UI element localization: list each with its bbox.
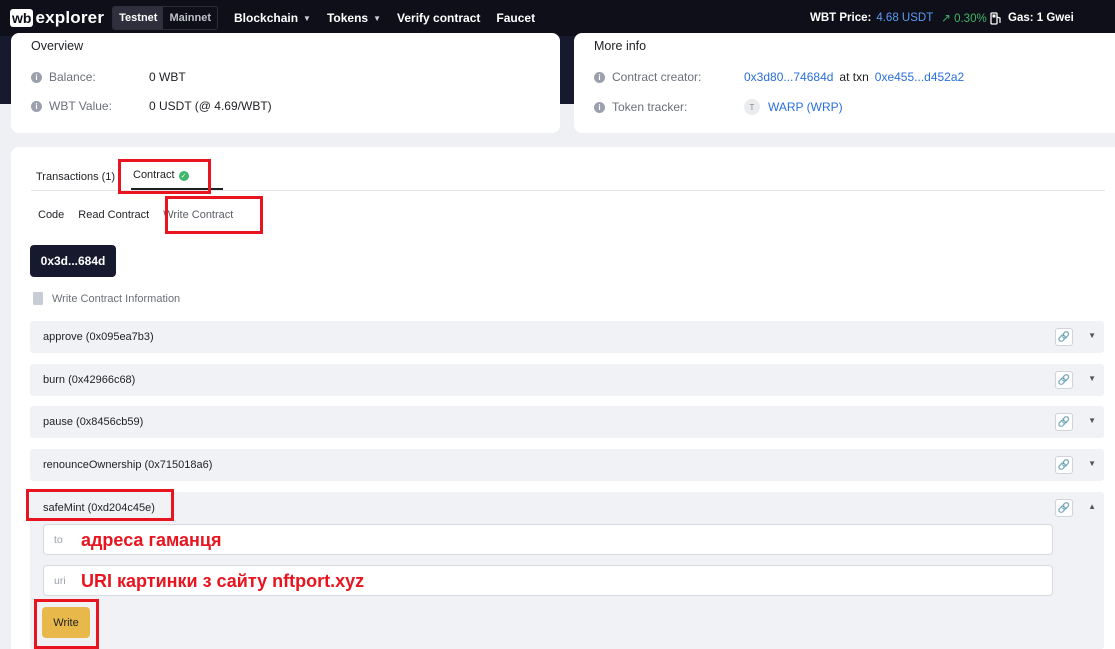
link-icon[interactable]: 🔗 xyxy=(1055,413,1073,431)
token-tracker-row: i Token tracker: T WARP (WRP) xyxy=(594,99,843,115)
balance-value: 0 WBT xyxy=(149,70,186,84)
price-change: ↗ 0.30% xyxy=(941,13,987,25)
network-mainnet[interactable]: Mainnet xyxy=(163,7,217,29)
top-navbar: wb explorer Testnet Mainnet Blockchain ▼ … xyxy=(0,0,1115,36)
to-annotation: адреса гаманця xyxy=(81,530,222,550)
logo-text: explorer xyxy=(35,8,105,27)
price-value: 4.68 USDT xyxy=(876,12,934,24)
nav-blockchain[interactable]: Blockchain ▼ xyxy=(234,11,311,25)
safemint-to-input[interactable]: to адреса гаманця xyxy=(43,524,1053,555)
nav-faucet[interactable]: Faucet xyxy=(496,11,535,25)
logo[interactable]: wb explorer xyxy=(10,8,104,28)
function-pause[interactable]: pause (0x8456cb59) 🔗 ▼ xyxy=(30,406,1104,438)
link-icon[interactable]: 🔗 xyxy=(1055,371,1073,389)
gas-price: Gas: 1 Gwei xyxy=(990,0,1074,36)
chevron-down-icon: ▼ xyxy=(373,13,382,23)
subtab-code[interactable]: Code xyxy=(38,209,64,221)
subtab-write-contract[interactable]: Write Contract xyxy=(163,209,233,221)
document-icon xyxy=(33,292,43,305)
trend-up-icon: ↗ xyxy=(941,13,951,25)
uri-annotation: URI картинки з сайту nftport.xyz xyxy=(81,571,365,591)
info-icon: i xyxy=(594,101,605,113)
verified-check-icon: ✓ xyxy=(178,171,189,181)
token-tracker-link[interactable]: WARP (WRP) xyxy=(768,100,843,114)
connected-address-button[interactable]: 0x3d...684d xyxy=(30,245,116,277)
chevron-down-icon: ▼ xyxy=(303,13,311,23)
function-approve[interactable]: approve (0x095ea7b3) 🔗 ▼ xyxy=(30,321,1104,353)
write-button[interactable]: Write xyxy=(42,607,90,638)
wbt-value: 0 USDT (@ 4.69/WBT) xyxy=(149,99,272,113)
function-safemint[interactable]: safeMint (0xd204c45e) 🔗 ▲ to адреса гама… xyxy=(30,492,1104,649)
network-toggle: Testnet Mainnet xyxy=(112,6,219,30)
link-icon[interactable]: 🔗 xyxy=(1055,499,1073,517)
creator-row: i Contract creator: 0x3d80...74684d at t… xyxy=(594,70,964,84)
network-testnet[interactable]: Testnet xyxy=(113,7,164,29)
chevron-up-icon[interactable]: ▲ xyxy=(1088,502,1096,511)
contract-panel: Transactions (1) Contract ✓ Code Read Con… xyxy=(11,147,1115,649)
token-icon: T xyxy=(744,99,760,115)
safemint-uri-input[interactable]: uri URI картинки з сайту nftport.xyz xyxy=(43,565,1053,596)
fuel-pump-icon xyxy=(990,11,1001,25)
subtab-read-contract[interactable]: Read Contract xyxy=(78,209,149,221)
function-renounce-ownership[interactable]: renounceOwnership (0x715018a6) 🔗 ▼ xyxy=(30,449,1104,481)
more-info-title: More info xyxy=(594,39,647,53)
overview-card: Overview i Balance: 0 WBT i WBT Value: 0… xyxy=(11,33,560,133)
chevron-down-icon[interactable]: ▼ xyxy=(1088,459,1096,468)
link-icon[interactable]: 🔗 xyxy=(1055,328,1073,346)
chevron-down-icon[interactable]: ▼ xyxy=(1088,331,1096,340)
creator-txn-link[interactable]: 0xe455...d452a2 xyxy=(875,70,964,84)
chevron-down-icon[interactable]: ▼ xyxy=(1088,416,1096,425)
contract-subtabs: Code Read Contract Write Contract xyxy=(38,209,247,221)
main-tabs: Transactions (1) Contract ✓ xyxy=(31,169,1105,191)
more-info-card: More info i Contract creator: 0x3d80...7… xyxy=(574,33,1115,133)
balance-row: i Balance: 0 WBT xyxy=(31,70,186,84)
write-contract-info: Write Contract Information xyxy=(33,292,180,305)
wbt-price: WBT Price: 4.68 USDT ↗ 0.30% xyxy=(810,12,987,25)
nav-verify-contract[interactable]: Verify contract xyxy=(397,11,480,25)
info-icon: i xyxy=(31,71,42,83)
info-icon: i xyxy=(31,100,42,112)
logo-mark: wb xyxy=(10,9,34,27)
tab-transactions[interactable]: Transactions (1) xyxy=(36,171,115,183)
link-icon[interactable]: 🔗 xyxy=(1055,456,1073,474)
wbt-value-row: i WBT Value: 0 USDT (@ 4.69/WBT) xyxy=(31,99,272,113)
tab-contract[interactable]: Contract ✓ xyxy=(131,169,223,190)
nav-tokens[interactable]: Tokens ▼ xyxy=(327,11,381,25)
chevron-down-icon[interactable]: ▼ xyxy=(1088,374,1096,383)
creator-address-link[interactable]: 0x3d80...74684d xyxy=(744,70,833,84)
function-burn[interactable]: burn (0x42966c68) 🔗 ▼ xyxy=(30,364,1104,396)
info-icon: i xyxy=(594,71,605,83)
overview-title: Overview xyxy=(31,39,84,53)
